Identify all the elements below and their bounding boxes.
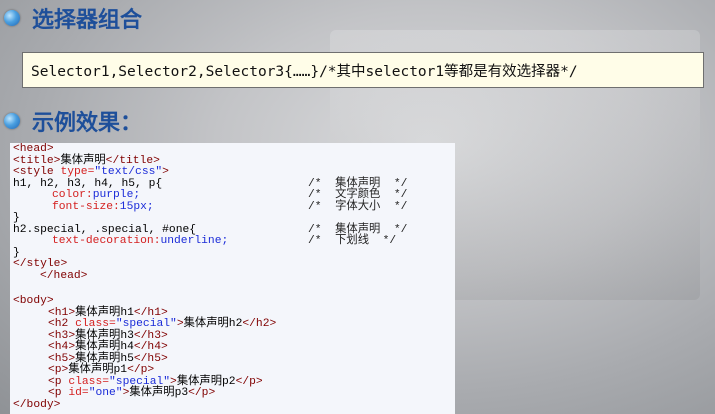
code-token: type= — [53, 166, 95, 178]
code-token: purple; — [92, 189, 141, 201]
code-token: <h3> — [48, 329, 76, 342]
code-token: /* 字体大小 */ — [308, 200, 408, 213]
code-token: > — [176, 318, 184, 330]
code-line: h2.special, .special, #one{ — [13, 224, 196, 236]
code-line: <h3>集体声明h3</h3> — [48, 330, 168, 342]
code-token: </h2> — [242, 318, 277, 330]
code-comment: /* 集体声明 */ — [308, 224, 407, 236]
code-line: <p>集体声明p1</p> — [48, 364, 154, 376]
code-line: <style type="text/css"> — [13, 166, 169, 178]
code-token: <p> — [48, 364, 69, 376]
code-line: } — [13, 212, 20, 224]
code-token: "text/css" — [94, 166, 163, 178]
selector-syntax-text: Selector1,Selector2,Selector3{……}/*其中sel… — [31, 63, 578, 80]
code-token: underline; — [160, 235, 229, 247]
code-token: 集体声明p1 — [68, 364, 128, 376]
code-line: <h2 class="special">集体声明h2</h2> — [48, 318, 276, 330]
code-token: <p — [48, 387, 69, 399]
heading-selector-group: 选择器组合 — [4, 2, 142, 34]
code-token: > — [162, 166, 169, 178]
code-token: 集体声明h4 — [75, 341, 134, 353]
code-token: id= — [68, 387, 89, 399]
code-line: <title>集体声明</title> — [13, 155, 160, 167]
code-token: </h1> — [133, 306, 168, 319]
code-token: </p> — [235, 375, 263, 388]
code-token: class= — [75, 318, 116, 330]
code-token: font-size: — [52, 200, 120, 213]
code-token: } — [13, 212, 20, 224]
code-token: /* 下划线 */ — [308, 235, 397, 247]
code-token: <h2 — [48, 318, 76, 330]
heading-text: 示例效果： — [32, 111, 143, 136]
code-token: color: — [52, 189, 93, 201]
code-token: </h3> — [133, 329, 168, 342]
code-line: } — [13, 247, 20, 259]
code-token: <h5> — [48, 352, 76, 365]
code-token: 集体声明h5 — [75, 352, 134, 365]
code-token: </body> — [13, 398, 61, 411]
code-line: h1, h2, h3, h4, h5, p{ — [13, 178, 162, 190]
code-token: "special" — [115, 318, 177, 330]
code-line: <h4>集体声明h4</h4> — [48, 341, 168, 353]
code-token: 集体声明p2 — [176, 375, 236, 388]
code-token: > — [170, 375, 177, 388]
code-token: 集体声明h2 — [183, 318, 243, 330]
code-token: </style> — [13, 258, 68, 270]
code-line: <head> — [13, 143, 54, 155]
code-token: /* 集体声明 */ — [308, 177, 408, 190]
code-comment: /* 下划线 */ — [308, 235, 396, 247]
heading-example: 示例效果： — [4, 105, 142, 137]
code-token: <title> — [13, 154, 61, 167]
code-line: <h1>集体声明h1</h1> — [48, 307, 168, 319]
code-line: text-decoration:underline; — [52, 235, 228, 247]
code-token: </p> — [127, 364, 155, 376]
code-line: <body> — [13, 295, 54, 307]
code-comment: /* 字体大小 */ — [308, 201, 407, 213]
code-token: <h1> — [48, 306, 76, 319]
code-token: <style — [13, 166, 54, 178]
code-example-box: <head> <title>集体声明</title> <style type="… — [10, 143, 455, 414]
code-token: </p> — [188, 387, 216, 399]
code-line: font-size:15px; — [52, 201, 154, 213]
code-token: 集体声明 — [60, 154, 106, 167]
heading-text: 选择器组合 — [32, 8, 143, 33]
code-line: <p class="special">集体声明p2</p> — [48, 376, 263, 388]
code-token: class= — [68, 375, 110, 388]
code-token: 集体声明h1 — [75, 306, 134, 319]
code-token: text-decoration: — [52, 235, 161, 247]
code-token: </head> — [40, 269, 88, 282]
bullet-icon — [4, 113, 20, 129]
code-line: color:purple; — [52, 189, 140, 201]
selector-syntax-box: Selector1,Selector2,Selector3{……}/*其中sel… — [22, 52, 704, 88]
code-comment: /* 文字颜色 */ — [308, 189, 407, 201]
code-token: } — [13, 246, 20, 259]
code-token: </h4> — [133, 341, 168, 353]
bullet-icon — [4, 10, 20, 26]
code-comment: /* 集体声明 */ — [308, 178, 407, 190]
code-token: "one" — [88, 387, 123, 399]
code-token: <p — [48, 375, 69, 388]
code-token: <h4> — [48, 341, 76, 353]
code-token: /* 文字颜色 */ — [308, 189, 408, 201]
code-token: <body> — [13, 295, 54, 307]
code-token: </title> — [105, 154, 160, 167]
code-line: <p id="one">集体声明p3</p> — [48, 387, 215, 399]
code-line: </style> — [13, 258, 67, 270]
code-token: /* 集体声明 */ — [308, 223, 408, 236]
code-line: </body> — [13, 399, 60, 411]
code-token: "special" — [109, 375, 171, 388]
code-token: 集体声明h3 — [75, 329, 134, 342]
code-token: h1, h2, h3, h4, h5, p{ — [13, 177, 163, 190]
code-token: <head> — [13, 143, 54, 155]
code-token: </h5> — [133, 352, 168, 365]
code-token: h2.special, .special, #one{ — [13, 223, 197, 236]
code-token: 15px; — [119, 200, 154, 213]
code-line: </head> — [40, 270, 87, 282]
code-line: <h5>集体声明h5</h5> — [48, 353, 168, 365]
code-token: 集体声明p3 — [129, 387, 189, 399]
